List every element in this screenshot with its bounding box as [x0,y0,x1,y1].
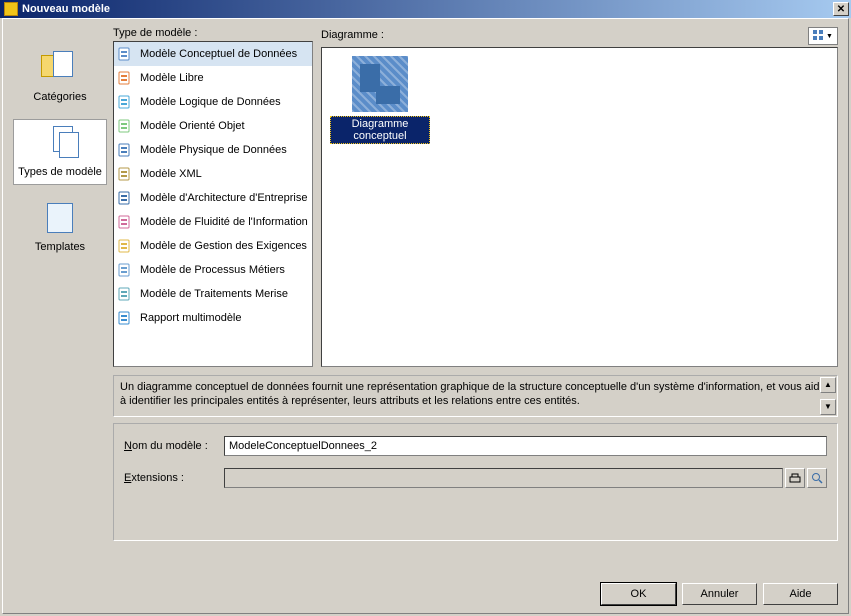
model-type-item[interactable]: Modèle Logique de Données [114,90,312,114]
model-type-text: Modèle de Gestion des Exigences [140,240,307,252]
model-type-icon [118,166,134,182]
model-type-item[interactable]: Rapport multimodèle [114,306,312,330]
nav-categories[interactable]: Catégories [13,45,107,109]
model-type-icon [118,46,134,62]
nav-label: Catégories [33,91,86,103]
model-type-item[interactable]: Modèle Physique de Données [114,138,312,162]
model-type-text: Modèle XML [140,168,202,180]
model-type-item[interactable]: Modèle de Processus Métiers [114,258,312,282]
model-name-label: Nom du modèle : [124,440,224,452]
diagram-item-label: Diagramme conceptuel [330,116,430,144]
model-type-text: Modèle de Traitements Merise [140,288,288,300]
model-type-text: Modèle Libre [140,72,204,84]
model-type-item[interactable]: Modèle XML [114,162,312,186]
model-type-item[interactable]: Modèle Orienté Objet [114,114,312,138]
model-type-icon [118,310,134,326]
model-type-item[interactable]: Modèle de Gestion des Exigences [114,234,312,258]
scroll-up-button[interactable]: ▲ [820,377,836,393]
model-type-icon [118,94,134,110]
close-button[interactable]: ✕ [833,2,849,16]
title-bar: Nouveau modèle ✕ [0,0,851,18]
model-type-text: Modèle Conceptuel de Données [140,48,297,60]
model-type-text: Modèle Physique de Données [140,144,287,156]
extensions-browse-button[interactable] [807,468,827,488]
nav-label: Templates [35,241,85,253]
model-type-item[interactable]: Modèle d'Architecture d'Entreprise [114,186,312,210]
folder-icon [39,51,81,87]
nav-model-types[interactable]: Types de modèle [13,119,107,185]
model-type-text: Modèle d'Architecture d'Entreprise [140,192,307,204]
model-type-icon [118,214,134,230]
model-type-icon [118,70,134,86]
extensions-picker-button[interactable] [785,468,805,488]
left-nav: Catégories Types de modèle Templates [13,27,113,367]
model-type-icon [118,286,134,302]
model-type-item[interactable]: Modèle de Traitements Merise [114,282,312,306]
dialog-body: Catégories Types de modèle Templates Typ… [2,18,849,614]
nav-templates[interactable]: Templates [13,195,107,259]
cancel-button[interactable]: Annuler [682,583,757,605]
description-panel: Un diagramme conceptuel de données fourn… [113,375,838,417]
view-mode-button[interactable]: ▼ [808,27,838,45]
form-panel: Nom du modèle : Extensions : [113,423,838,541]
diagram-column: Diagramme : ▼ Diagramme conceptuel [321,27,838,367]
model-type-item[interactable]: Modèle de Fluidité de l'Information [114,210,312,234]
ok-button[interactable]: OK [601,583,676,605]
model-type-icon [118,262,134,278]
model-type-text: Modèle Logique de Données [140,96,281,108]
extensions-label: Extensions : [124,472,224,484]
model-type-item[interactable]: Modèle Libre [114,66,312,90]
template-icon [39,201,81,237]
button-row: OK Annuler Aide [601,583,838,605]
extensions-input[interactable] [224,468,783,488]
diagram-item-conceptual[interactable]: Diagramme conceptuel [330,56,430,144]
model-type-icon [118,118,134,134]
model-type-text: Modèle Orienté Objet [140,120,245,132]
model-type-text: Rapport multimodèle [140,312,242,324]
diagram-icon [352,56,408,112]
diagram-area[interactable]: Diagramme conceptuel [321,47,838,367]
model-type-text: Modèle de Fluidité de l'Information [140,216,308,228]
model-name-input[interactable] [224,436,827,456]
pages-icon [39,126,81,162]
model-type-list[interactable]: Modèle Conceptuel de Données Modèle Libre… [113,41,313,367]
model-type-icon [118,238,134,254]
scroll-down-button[interactable]: ▼ [820,399,836,415]
model-type-text: Modèle de Processus Métiers [140,264,285,276]
window-title: Nouveau modèle [22,3,833,15]
nav-label: Types de modèle [18,166,102,178]
description-text: Un diagramme conceptuel de données fourn… [120,381,826,407]
model-type-item[interactable]: Modèle Conceptuel de Données [114,42,312,66]
top-area: Catégories Types de modèle Templates Typ… [13,27,838,367]
model-type-column: Type de modèle : Modèle Conceptuel de Do… [113,27,313,367]
model-type-icon [118,190,134,206]
diagram-label: Diagramme : [321,29,808,41]
model-type-label: Type de modèle : [113,27,313,39]
help-button[interactable]: Aide [763,583,838,605]
model-type-icon [118,142,134,158]
app-icon [4,2,18,16]
